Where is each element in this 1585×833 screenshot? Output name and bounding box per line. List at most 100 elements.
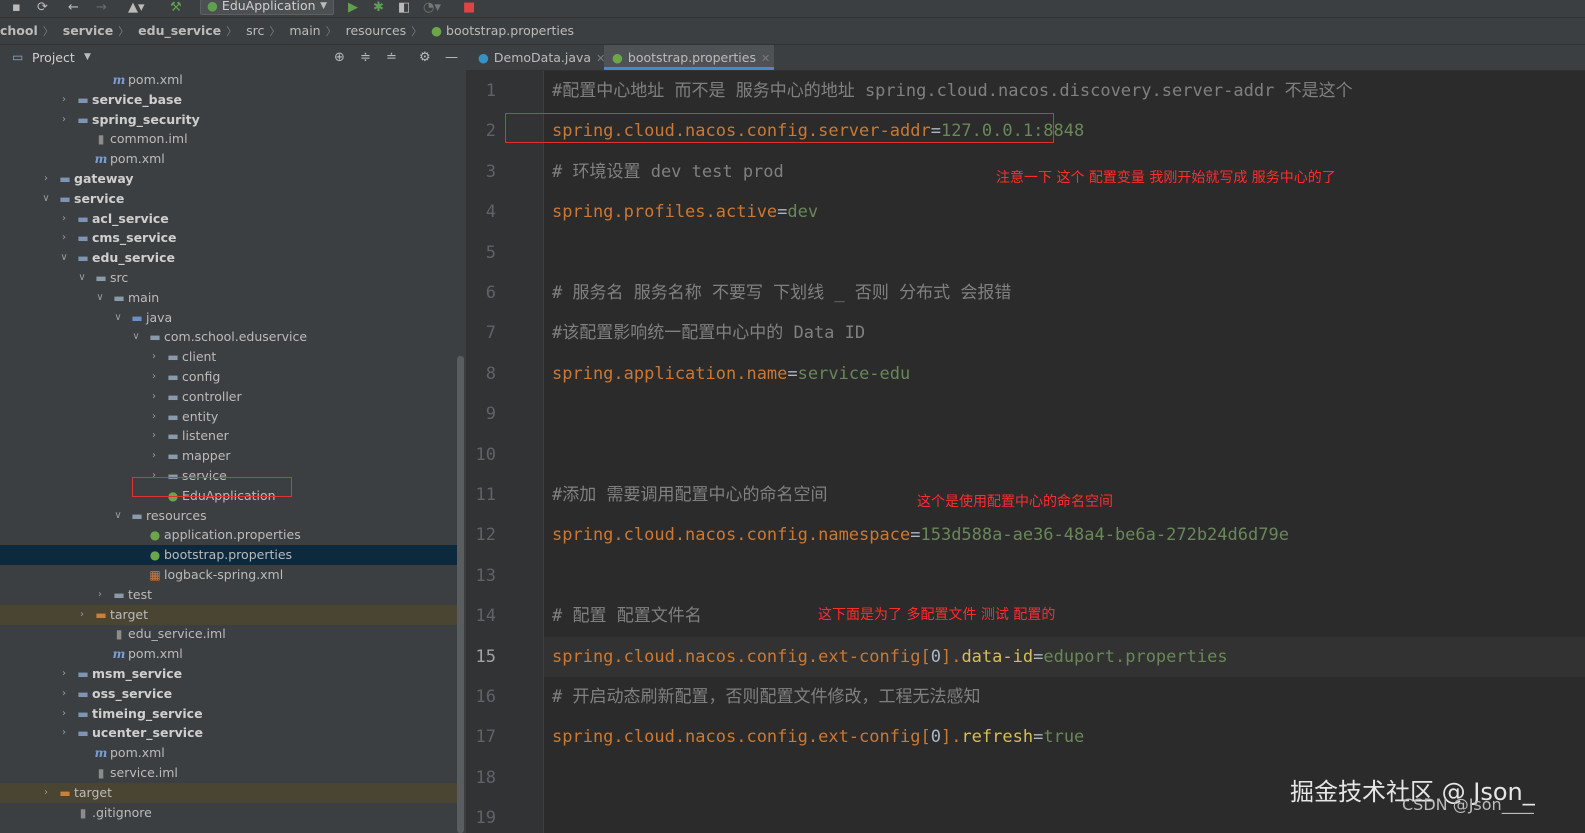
tree-item[interactable]: ∨ ▬ com.school.eduservice: [0, 327, 458, 347]
chevron-right-icon[interactable]: ›: [148, 446, 160, 466]
tree-item[interactable]: ▮ .gitignore: [0, 803, 458, 823]
chevron-right-icon[interactable]: ›: [58, 110, 70, 130]
code-line[interactable]: #该配置影响统一配置中心中的 Data ID: [552, 321, 865, 345]
tree-item[interactable]: › ▬ acl_service: [0, 209, 458, 229]
tree-item[interactable]: › ▬ controller: [0, 387, 458, 407]
code-line[interactable]: # 配置 配置文件名: [552, 604, 702, 628]
code-line[interactable]: spring.application.name=service-edu: [552, 362, 910, 386]
tree-item[interactable]: › ▬ cms_service: [0, 228, 458, 248]
back-icon[interactable]: ←: [68, 0, 79, 15]
code-line[interactable]: # 环境设置 dev test prod: [552, 160, 784, 184]
chevron-right-icon[interactable]: ›: [58, 664, 70, 684]
tree-item[interactable]: ▦ logback-spring.xml: [0, 565, 458, 585]
tab-bootstrap-properties[interactable]: ● bootstrap.properties ✕: [604, 45, 774, 70]
tree-item[interactable]: m pom.xml: [0, 743, 458, 763]
chevron-down-icon[interactable]: ∨: [112, 506, 124, 526]
chevron-down-icon[interactable]: ∨: [94, 288, 106, 308]
code-line[interactable]: spring.profiles.active=dev: [552, 200, 818, 224]
locate-target-icon[interactable]: ⊕: [334, 45, 345, 70]
tree-item[interactable]: › ▬ entity: [0, 407, 458, 427]
tree-item[interactable]: m pom.xml: [0, 70, 458, 90]
tree-item[interactable]: › ▬ timeing_service: [0, 704, 458, 724]
chevron-right-icon[interactable]: ›: [94, 585, 106, 605]
code-line[interactable]: spring.cloud.nacos.config.ext-config[0].…: [552, 645, 1228, 669]
tree-item[interactable]: ∨ ▬ edu_service: [0, 248, 458, 268]
tree-item[interactable]: › ▬ client: [0, 347, 458, 367]
code-line[interactable]: spring.cloud.nacos.config.ext-config[0].…: [552, 725, 1084, 749]
code-line[interactable]: #配置中心地址 而不是 服务中心的地址 spring.cloud.nacos.d…: [552, 79, 1353, 103]
chevron-right-icon[interactable]: ›: [148, 407, 160, 427]
tree-item[interactable]: › ▬ config: [0, 367, 458, 387]
gear-icon[interactable]: ⚙: [419, 45, 431, 70]
tree-item[interactable]: ∨ ▬ service: [0, 189, 458, 209]
code-line[interactable]: #添加 需要调用配置中心的命名空间: [552, 483, 827, 507]
chevron-right-icon[interactable]: ›: [148, 347, 160, 367]
breadcrumb-item[interactable]: edu_service: [138, 18, 221, 44]
tree-item[interactable]: m pom.xml: [0, 149, 458, 169]
tree-item[interactable]: › ▬ listener: [0, 426, 458, 446]
chevron-down-icon[interactable]: ∨: [76, 268, 88, 288]
stop-icon[interactable]: ■: [463, 0, 475, 15]
code-line[interactable]: spring.cloud.nacos.config.namespace=153d…: [552, 523, 1289, 547]
sync-icon[interactable]: ⟳: [37, 0, 48, 15]
coverage-icon[interactable]: ◧: [398, 0, 410, 15]
code-line[interactable]: # 服务名 服务名称 不要写 下划线 _ 否则 分布式 会报错: [552, 281, 1011, 305]
tree-scrollbar-thumb[interactable]: [457, 356, 464, 833]
chevron-right-icon[interactable]: ›: [76, 605, 88, 625]
tree-item[interactable]: ∨ ▬ main: [0, 288, 458, 308]
chevron-right-icon[interactable]: ›: [40, 783, 52, 803]
user-icon[interactable]: ▲▾: [128, 0, 145, 15]
tree-item[interactable]: › ▬ ucenter_service: [0, 723, 458, 743]
tree-item[interactable]: ▮ service.iml: [0, 763, 458, 783]
chevron-right-icon[interactable]: ›: [40, 169, 52, 189]
tree-item[interactable]: › ▬ msm_service: [0, 664, 458, 684]
breadcrumb-item[interactable]: resources: [346, 18, 407, 44]
chevron-right-icon[interactable]: ›: [148, 426, 160, 446]
breadcrumb-item[interactable]: chool: [0, 18, 38, 44]
chevron-down-icon[interactable]: ∨: [130, 327, 142, 347]
tree-item[interactable]: ∨ ▬ src: [0, 268, 458, 288]
breadcrumb-item[interactable]: service: [63, 18, 113, 44]
tree-item[interactable]: ▮ common.iml: [0, 129, 458, 149]
tree-item[interactable]: › ▬ mapper: [0, 446, 458, 466]
tree-item[interactable]: ● bootstrap.properties: [0, 545, 458, 566]
tree-item[interactable]: ● application.properties: [0, 525, 458, 545]
tree-item[interactable]: › ▬ gateway: [0, 169, 458, 189]
breadcrumb-item-file[interactable]: ● bootstrap.properties: [431, 18, 574, 44]
close-icon[interactable]: ✕: [761, 52, 770, 65]
chevron-right-icon[interactable]: ›: [58, 228, 70, 248]
build-hammer-icon[interactable]: ⚒: [170, 0, 182, 15]
profile-icon[interactable]: ◔▾: [423, 0, 441, 15]
tree-item[interactable]: › ▬ service_base: [0, 90, 458, 110]
tree-item[interactable]: ∨ ▬ java: [0, 308, 458, 328]
code-line[interactable]: # 开启动态刷新配置，否则配置文件修改，工程无法感知: [552, 685, 980, 709]
chevron-right-icon[interactable]: ›: [148, 387, 160, 407]
tab-demodata-java[interactable]: ● DemoData.java ✕: [470, 45, 605, 70]
chevron-right-icon[interactable]: ›: [58, 209, 70, 229]
save-icon[interactable]: ▪: [12, 0, 21, 15]
chevron-down-icon[interactable]: ∨: [112, 308, 124, 328]
breadcrumb-item[interactable]: main: [289, 18, 320, 44]
chevron-down-icon[interactable]: ∨: [40, 189, 52, 209]
breadcrumb-item[interactable]: src: [246, 18, 264, 44]
chevron-right-icon[interactable]: ›: [58, 704, 70, 724]
forward-icon[interactable]: →: [96, 0, 107, 15]
tree-item[interactable]: ∨ ▬ resources: [0, 506, 458, 526]
chevron-right-icon[interactable]: ›: [58, 90, 70, 110]
expand-all-icon[interactable]: ≑: [360, 45, 371, 70]
tree-item[interactable]: › ▬ spring_security: [0, 110, 458, 130]
tree-item[interactable]: › ▬ target: [0, 782, 458, 803]
collapse-all-icon[interactable]: ≐: [386, 45, 397, 70]
chevron-down-icon[interactable]: ▼: [84, 45, 91, 70]
debug-icon[interactable]: ✱: [373, 0, 384, 15]
chevron-right-icon[interactable]: ›: [58, 684, 70, 704]
minimize-icon[interactable]: —: [445, 45, 458, 70]
run-icon[interactable]: ▶: [348, 0, 358, 15]
project-view-select[interactable]: Project: [32, 45, 75, 70]
tree-item[interactable]: › ▬ target: [0, 604, 458, 625]
run-configuration-select[interactable]: ● EduApplication ▼: [200, 0, 334, 15]
chevron-right-icon[interactable]: ›: [148, 367, 160, 387]
tree-item[interactable]: › ▬ test: [0, 585, 458, 605]
tree-item[interactable]: › ▬ oss_service: [0, 684, 458, 704]
tree-item[interactable]: ▮ edu_service.iml: [0, 624, 458, 644]
